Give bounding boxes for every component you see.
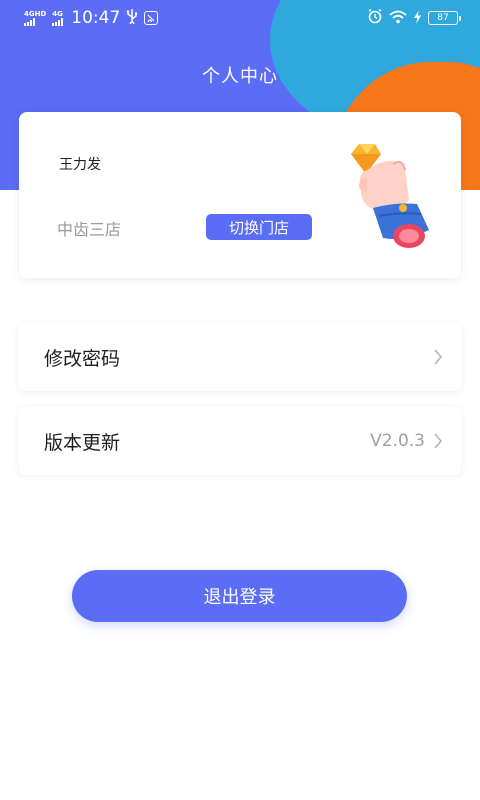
battery-level: 87 (437, 13, 449, 23)
logout-button[interactable]: 退出登录 (72, 570, 407, 622)
status-right: 87 (367, 8, 461, 28)
signal-icon (24, 17, 35, 26)
hand-diamond-illustration (351, 144, 429, 248)
change-password-label: 修改密码 (44, 347, 121, 370)
status-time: 10:47 (71, 8, 121, 28)
profile-card: 王力发 中齿三店 切换门店 (19, 112, 461, 278)
network-1-label: 4GHD (24, 9, 47, 18)
status-bar: 4GHD 4G 10:47 87 (0, 0, 480, 36)
signal-icon (52, 17, 64, 26)
wifi-icon (389, 9, 407, 28)
version-update-label: 版本更新 (44, 431, 121, 454)
user-name: 王力发 (59, 157, 101, 173)
charging-icon (413, 9, 422, 28)
app-badge-icon (144, 11, 159, 25)
alarm-icon (367, 8, 383, 28)
change-password-item[interactable]: 修改密码 (19, 323, 461, 391)
switch-store-button[interactable]: 切换门店 (206, 214, 312, 240)
page-title: 个人中心 (202, 66, 278, 87)
version-update-item[interactable]: 版本更新 V2.0.3 (19, 407, 461, 475)
battery-icon: 87 (428, 11, 461, 25)
usb-icon (126, 8, 138, 28)
version-update-right: V2.0.3 (370, 431, 443, 451)
chevron-right-icon (434, 349, 443, 365)
version-value: V2.0.3 (370, 431, 425, 451)
status-left: 4GHD 4G 10:47 (24, 8, 159, 28)
chevron-right-icon (434, 433, 443, 449)
network-2-label: 4G (52, 9, 63, 18)
network-2: 4G (52, 9, 64, 26)
store-name: 中齿三店 (57, 220, 122, 239)
network-1: 4GHD (24, 9, 47, 26)
change-password-right (433, 349, 443, 365)
